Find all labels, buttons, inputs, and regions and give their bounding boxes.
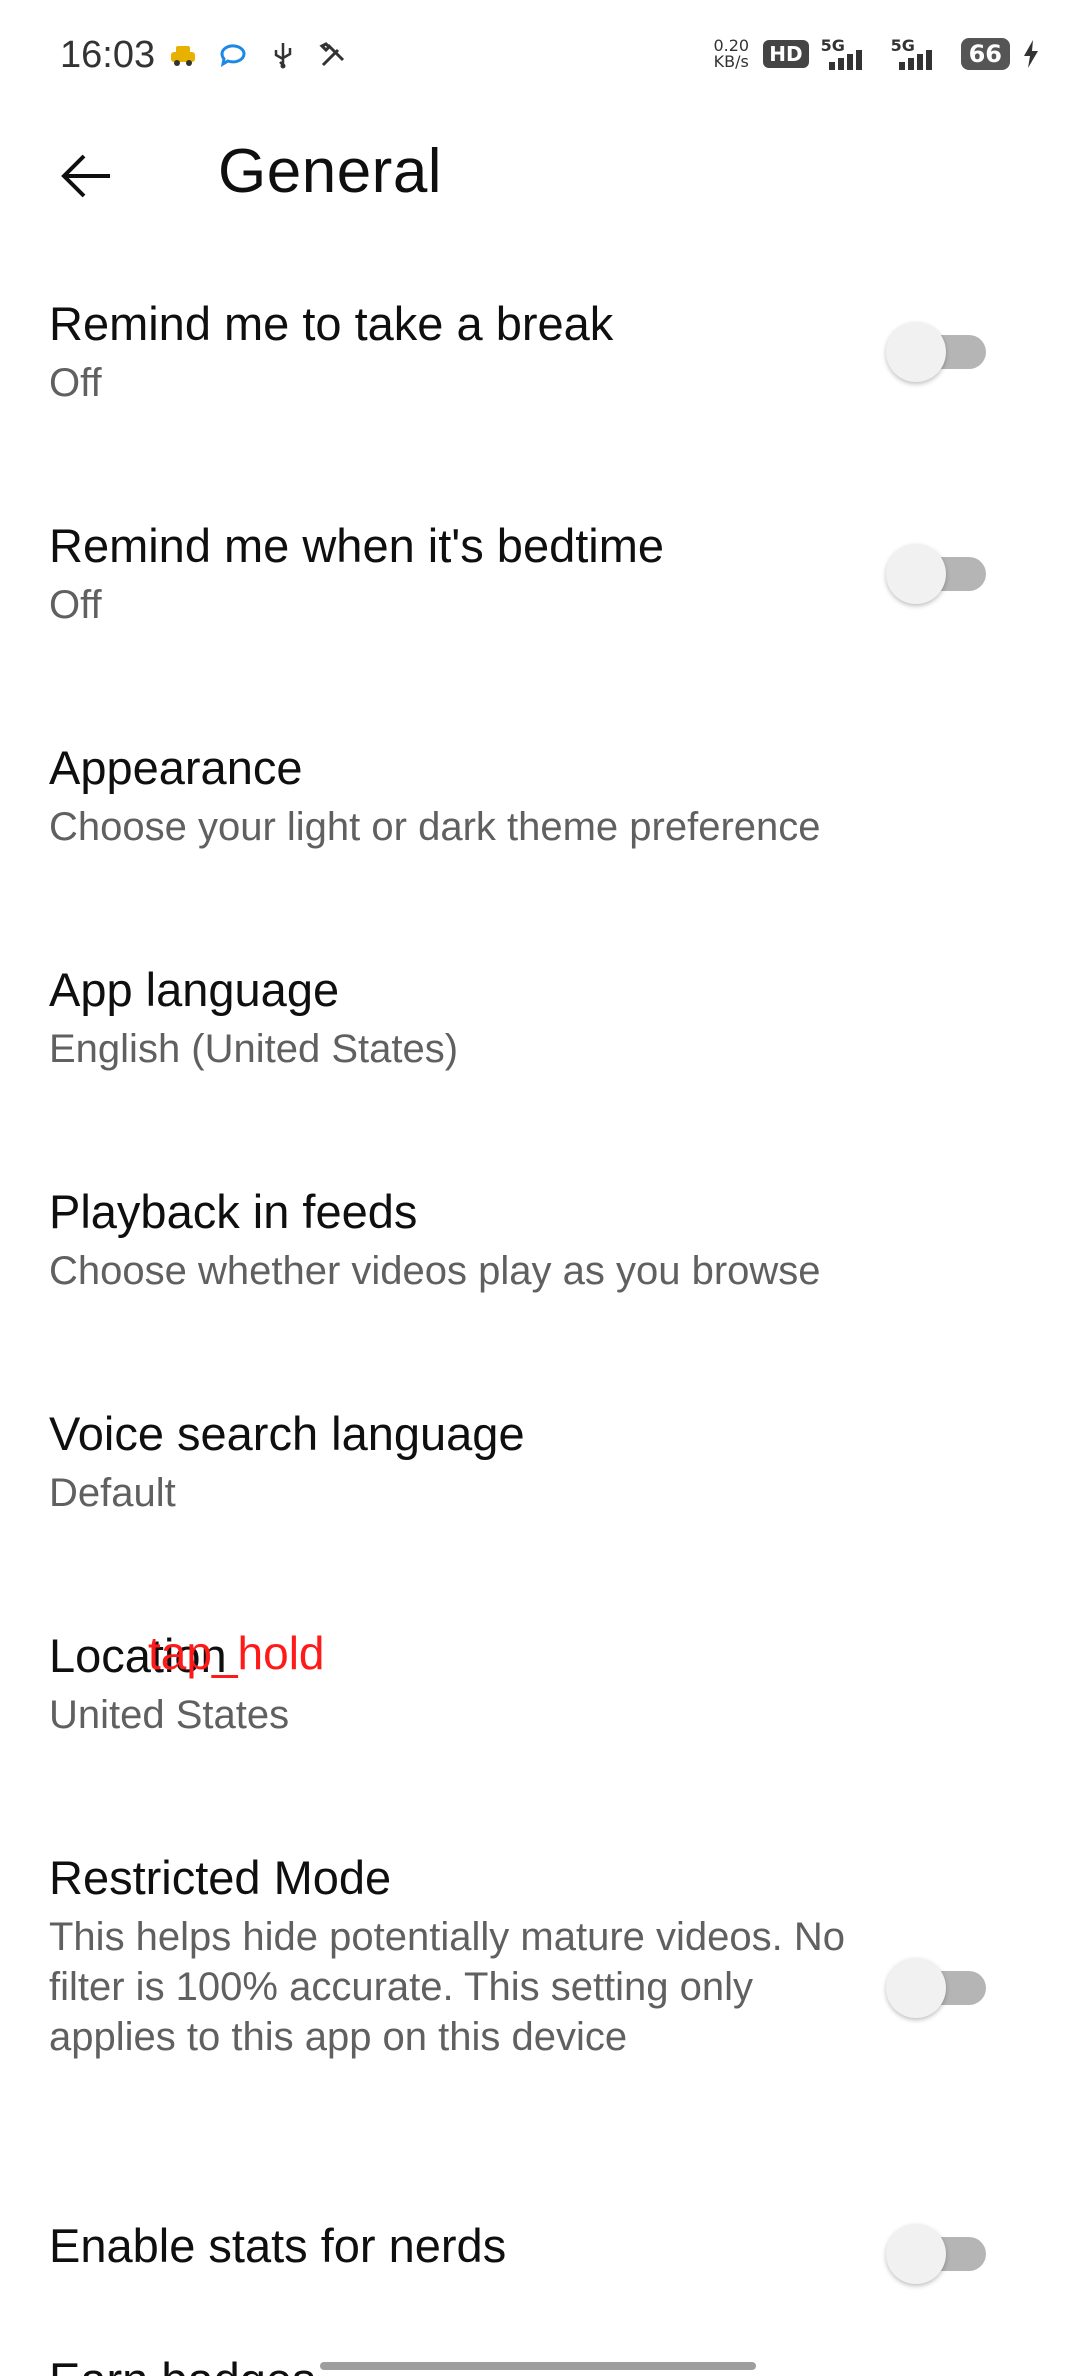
taxi-icon: [171, 46, 195, 66]
gesture-nav-handle[interactable]: [320, 2362, 756, 2370]
setting-appearance[interactable]: Appearance Choose your light or dark the…: [0, 724, 1080, 874]
network-speed: 0.20 KB/s: [713, 36, 750, 71]
charging-bolt-icon: [1024, 40, 1038, 68]
status-time: 16:03: [60, 34, 156, 76]
status-bar: 16:03 0.20 KB/s HD 5G 5G 66: [0, 0, 1080, 116]
tools-icon: [319, 42, 345, 67]
signal-sim1-icon: 5G: [821, 36, 879, 72]
restricted-mode-toggle[interactable]: [886, 1958, 1004, 2018]
bedtime-reminder-toggle[interactable]: [886, 544, 1004, 604]
arrow-left-icon: [61, 154, 110, 198]
usb-icon: [274, 43, 292, 69]
page-title: General: [218, 137, 443, 206]
setting-stats-for-nerds[interactable]: Enable stats for nerds: [0, 2202, 1080, 2322]
signal-sim2-icon: 5G: [891, 36, 949, 72]
setting-bedtime-reminder[interactable]: Remind me when it's bedtime Off: [0, 502, 1080, 652]
action-annotation-label: tap_hold: [148, 1627, 325, 1679]
hd-voice-badge: HD: [763, 40, 809, 68]
setting-playback-in-feeds[interactable]: Playback in feeds Choose whether videos …: [0, 1168, 1080, 1318]
setting-app-language[interactable]: App language English (United States): [0, 946, 1080, 1096]
app-bar: General: [0, 116, 1080, 236]
setting-take-a-break[interactable]: Remind me to take a break Off: [0, 280, 1080, 430]
chat-bubble-icon: [220, 44, 246, 68]
settings-general-screen: 16:03 0.20 KB/s HD 5G 5G 66 General Remi…: [0, 0, 1080, 2376]
back-button[interactable]: [44, 134, 128, 218]
setting-voice-search-language[interactable]: Voice search language Default: [0, 1390, 1080, 1540]
setting-restricted-mode[interactable]: Restricted Mode This helps hide potentia…: [0, 1834, 1080, 2114]
battery-icon: 66: [960, 38, 1010, 70]
stats-for-nerds-toggle[interactable]: [886, 2224, 1004, 2284]
setting-earn-badges[interactable]: Earn badges: [0, 2346, 1080, 2376]
take-a-break-toggle[interactable]: [886, 322, 1004, 382]
